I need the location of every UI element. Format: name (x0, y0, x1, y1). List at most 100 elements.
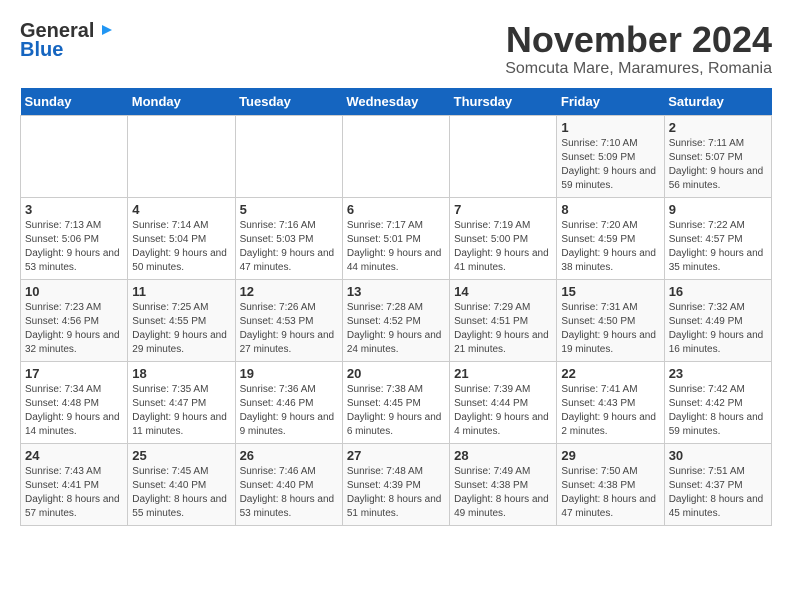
day-number: 28 (454, 448, 552, 463)
day-info: Sunrise: 7:32 AM Sunset: 4:49 PM Dayligh… (669, 301, 767, 357)
calendar-week-4: 24 Sunrise: 7:43 AM Sunset: 4:41 PM Dayli… (21, 443, 772, 525)
calendar-week-1: 3 Sunrise: 7:13 AM Sunset: 5:06 PM Daylig… (21, 197, 772, 279)
day-info: Sunrise: 7:20 AM Sunset: 4:59 PM Dayligh… (561, 219, 659, 275)
calendar-week-3: 17 Sunrise: 7:34 AM Sunset: 4:48 PM Dayli… (21, 361, 772, 443)
calendar-cell: 28 Sunrise: 7:49 AM Sunset: 4:38 PM Dayli… (450, 443, 557, 525)
day-number: 1 (561, 120, 659, 135)
calendar-cell: 15 Sunrise: 7:31 AM Sunset: 4:50 PM Dayli… (557, 279, 664, 361)
calendar-header-row: SundayMondayTuesdayWednesdayThursdayFrid… (21, 88, 772, 116)
day-info: Sunrise: 7:22 AM Sunset: 4:57 PM Dayligh… (669, 219, 767, 275)
calendar-cell: 5 Sunrise: 7:16 AM Sunset: 5:03 PM Daylig… (235, 197, 342, 279)
month-title: November 2024 (505, 20, 772, 60)
day-info: Sunrise: 7:51 AM Sunset: 4:37 PM Dayligh… (669, 465, 767, 521)
day-number: 6 (347, 202, 445, 217)
calendar-cell: 3 Sunrise: 7:13 AM Sunset: 5:06 PM Daylig… (21, 197, 128, 279)
calendar-cell: 16 Sunrise: 7:32 AM Sunset: 4:49 PM Dayli… (664, 279, 771, 361)
day-info: Sunrise: 7:48 AM Sunset: 4:39 PM Dayligh… (347, 465, 445, 521)
calendar-cell (450, 115, 557, 197)
day-info: Sunrise: 7:41 AM Sunset: 4:43 PM Dayligh… (561, 383, 659, 439)
day-info: Sunrise: 7:11 AM Sunset: 5:07 PM Dayligh… (669, 137, 767, 193)
title-area: November 2024 Somcuta Mare, Maramures, R… (505, 20, 772, 78)
calendar-cell: 27 Sunrise: 7:48 AM Sunset: 4:39 PM Dayli… (342, 443, 449, 525)
day-number: 12 (240, 284, 338, 299)
day-number: 5 (240, 202, 338, 217)
calendar-cell: 11 Sunrise: 7:25 AM Sunset: 4:55 PM Dayli… (128, 279, 235, 361)
calendar-cell: 2 Sunrise: 7:11 AM Sunset: 5:07 PM Daylig… (664, 115, 771, 197)
day-number: 8 (561, 202, 659, 217)
calendar-cell (21, 115, 128, 197)
day-info: Sunrise: 7:26 AM Sunset: 4:53 PM Dayligh… (240, 301, 338, 357)
calendar-cell: 12 Sunrise: 7:26 AM Sunset: 4:53 PM Dayli… (235, 279, 342, 361)
calendar-cell: 9Sunrise: 7:22 AM Sunset: 4:57 PM Daylig… (664, 197, 771, 279)
calendar-cell: 18 Sunrise: 7:35 AM Sunset: 4:47 PM Dayli… (128, 361, 235, 443)
day-number: 25 (132, 448, 230, 463)
header-friday: Friday (557, 88, 664, 116)
day-number: 24 (25, 448, 123, 463)
day-number: 15 (561, 284, 659, 299)
day-info: Sunrise: 7:19 AM Sunset: 5:00 PM Dayligh… (454, 219, 552, 275)
calendar-cell: 7 Sunrise: 7:19 AM Sunset: 5:00 PM Daylig… (450, 197, 557, 279)
calendar-cell: 19Sunrise: 7:36 AM Sunset: 4:46 PM Dayli… (235, 361, 342, 443)
day-number: 14 (454, 284, 552, 299)
day-number: 23 (669, 366, 767, 381)
day-info: Sunrise: 7:16 AM Sunset: 5:03 PM Dayligh… (240, 219, 338, 275)
calendar-cell: 21 Sunrise: 7:39 AM Sunset: 4:44 PM Dayli… (450, 361, 557, 443)
calendar-cell: 20Sunrise: 7:38 AM Sunset: 4:45 PM Dayli… (342, 361, 449, 443)
calendar-cell: 22 Sunrise: 7:41 AM Sunset: 4:43 PM Dayli… (557, 361, 664, 443)
day-info: Sunrise: 7:39 AM Sunset: 4:44 PM Dayligh… (454, 383, 552, 439)
calendar-cell: 30Sunrise: 7:51 AM Sunset: 4:37 PM Dayli… (664, 443, 771, 525)
day-number: 10 (25, 284, 123, 299)
day-info: Sunrise: 7:17 AM Sunset: 5:01 PM Dayligh… (347, 219, 445, 275)
day-info: Sunrise: 7:45 AM Sunset: 4:40 PM Dayligh… (132, 465, 230, 521)
calendar-table: SundayMondayTuesdayWednesdayThursdayFrid… (20, 88, 772, 526)
day-number: 3 (25, 202, 123, 217)
day-info: Sunrise: 7:23 AM Sunset: 4:56 PM Dayligh… (25, 301, 123, 357)
calendar-week-2: 10 Sunrise: 7:23 AM Sunset: 4:56 PM Dayli… (21, 279, 772, 361)
calendar-cell: 8 Sunrise: 7:20 AM Sunset: 4:59 PM Daylig… (557, 197, 664, 279)
calendar-cell (342, 115, 449, 197)
day-info: Sunrise: 7:13 AM Sunset: 5:06 PM Dayligh… (25, 219, 123, 275)
day-number: 13 (347, 284, 445, 299)
header: General Blue November 2024 Somcuta Mare,… (20, 20, 772, 78)
calendar-cell: 26Sunrise: 7:46 AM Sunset: 4:40 PM Dayli… (235, 443, 342, 525)
day-info: Sunrise: 7:49 AM Sunset: 4:38 PM Dayligh… (454, 465, 552, 521)
header-thursday: Thursday (450, 88, 557, 116)
day-info: Sunrise: 7:42 AM Sunset: 4:42 PM Dayligh… (669, 383, 767, 439)
day-info: Sunrise: 7:25 AM Sunset: 4:55 PM Dayligh… (132, 301, 230, 357)
calendar-cell: 4 Sunrise: 7:14 AM Sunset: 5:04 PM Daylig… (128, 197, 235, 279)
day-info: Sunrise: 7:28 AM Sunset: 4:52 PM Dayligh… (347, 301, 445, 357)
day-number: 7 (454, 202, 552, 217)
day-info: Sunrise: 7:50 AM Sunset: 4:38 PM Dayligh… (561, 465, 659, 521)
day-number: 29 (561, 448, 659, 463)
header-wednesday: Wednesday (342, 88, 449, 116)
day-info: Sunrise: 7:34 AM Sunset: 4:48 PM Dayligh… (25, 383, 123, 439)
day-number: 20 (347, 366, 445, 381)
calendar-cell (128, 115, 235, 197)
day-number: 17 (25, 366, 123, 381)
day-number: 19 (240, 366, 338, 381)
calendar-cell (235, 115, 342, 197)
day-number: 2 (669, 120, 767, 135)
day-info: Sunrise: 7:31 AM Sunset: 4:50 PM Dayligh… (561, 301, 659, 357)
calendar-cell: 24 Sunrise: 7:43 AM Sunset: 4:41 PM Dayli… (21, 443, 128, 525)
calendar-cell: 14 Sunrise: 7:29 AM Sunset: 4:51 PM Dayli… (450, 279, 557, 361)
header-tuesday: Tuesday (235, 88, 342, 116)
calendar-cell: 13 Sunrise: 7:28 AM Sunset: 4:52 PM Dayli… (342, 279, 449, 361)
calendar-cell: 1 Sunrise: 7:10 AM Sunset: 5:09 PM Daylig… (557, 115, 664, 197)
day-info: Sunrise: 7:10 AM Sunset: 5:09 PM Dayligh… (561, 137, 659, 193)
day-info: Sunrise: 7:35 AM Sunset: 4:47 PM Dayligh… (132, 383, 230, 439)
day-number: 18 (132, 366, 230, 381)
day-number: 16 (669, 284, 767, 299)
day-number: 4 (132, 202, 230, 217)
day-info: Sunrise: 7:29 AM Sunset: 4:51 PM Dayligh… (454, 301, 552, 357)
calendar-cell: 23 Sunrise: 7:42 AM Sunset: 4:42 PM Dayli… (664, 361, 771, 443)
day-number: 22 (561, 366, 659, 381)
day-number: 27 (347, 448, 445, 463)
day-number: 11 (132, 284, 230, 299)
day-info: Sunrise: 7:43 AM Sunset: 4:41 PM Dayligh… (25, 465, 123, 521)
day-number: 21 (454, 366, 552, 381)
calendar-cell: 10 Sunrise: 7:23 AM Sunset: 4:56 PM Dayli… (21, 279, 128, 361)
day-info: Sunrise: 7:14 AM Sunset: 5:04 PM Dayligh… (132, 219, 230, 275)
logo-blue: Blue (20, 39, 63, 62)
logo-icon (98, 21, 116, 39)
